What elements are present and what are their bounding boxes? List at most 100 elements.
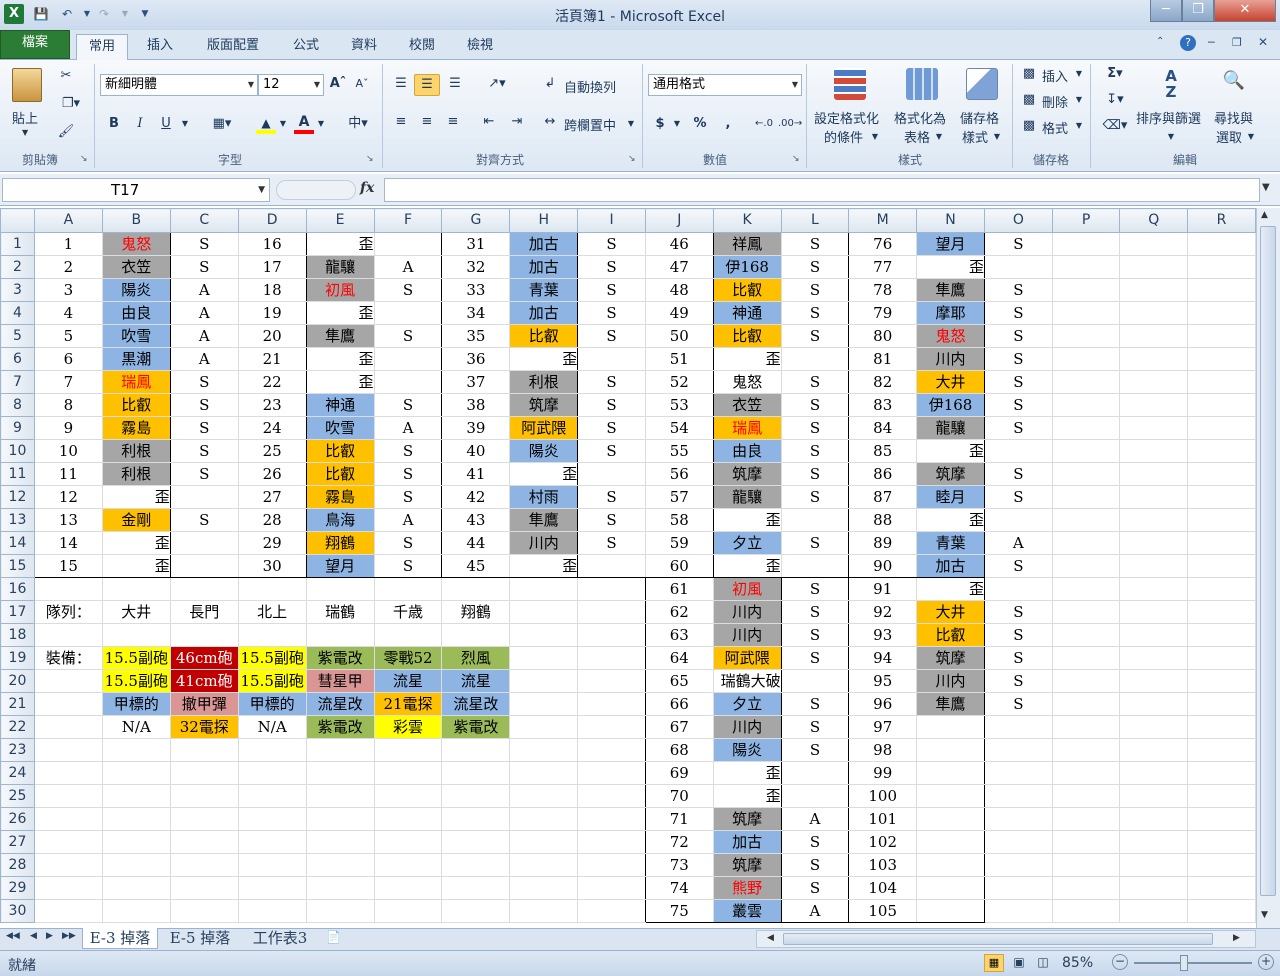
row-header[interactable]: 18 xyxy=(0,623,35,647)
cell-d27[interactable] xyxy=(237,830,307,854)
cell-o28[interactable] xyxy=(983,853,1053,877)
cell-p18[interactable] xyxy=(1051,623,1121,647)
cell-m21[interactable]: 96 xyxy=(848,692,918,716)
cell-q16[interactable] xyxy=(1119,577,1189,601)
cell-h20[interactable] xyxy=(509,669,579,693)
zoom-level[interactable]: 85% xyxy=(1062,955,1093,971)
cell-b17[interactable]: 大井 xyxy=(101,600,171,624)
cell-j25[interactable]: 70 xyxy=(644,784,714,808)
find-select-icon[interactable]: 🔍 xyxy=(1220,70,1248,96)
orientation-icon[interactable]: ↗▾ xyxy=(480,74,514,96)
cell-l3[interactable]: S xyxy=(780,278,850,302)
currency-dropdown-icon[interactable]: ▼ xyxy=(672,114,682,136)
cell-d14[interactable]: 29 xyxy=(237,531,307,555)
cell-d8[interactable]: 23 xyxy=(237,393,307,417)
cell-g27[interactable] xyxy=(441,830,511,854)
cell-a25[interactable] xyxy=(33,784,103,808)
cell-r26[interactable] xyxy=(1187,807,1256,831)
cell-h27[interactable] xyxy=(509,830,579,854)
cell-h23[interactable] xyxy=(509,738,579,762)
insert-cells-button[interactable]: 插入 xyxy=(1042,66,1068,85)
cell-c19[interactable]: 46cm砲 xyxy=(169,646,239,670)
column-header-c[interactable]: C xyxy=(169,208,239,233)
spreadsheet-table[interactable]: A B C D E F G H I J K L M N O P Q R 1 1 鬼怒 S 16 歪 31 加古 S 46 祥鳳 S 76 望月… xyxy=(0,208,1256,923)
cell-j11[interactable]: 56 xyxy=(644,462,714,486)
cell-e22[interactable]: 紫電改 xyxy=(305,715,375,739)
cell-a4[interactable]: 4 xyxy=(33,301,103,325)
cell-l17[interactable]: S xyxy=(780,600,850,624)
cell-l5[interactable]: S xyxy=(780,324,850,348)
cell-r11[interactable] xyxy=(1187,462,1256,486)
cell-d13[interactable]: 28 xyxy=(237,508,307,532)
format-as-table-icon[interactable] xyxy=(906,68,938,100)
row-header[interactable]: 26 xyxy=(0,807,35,831)
cell-f7[interactable] xyxy=(373,370,443,394)
next-sheet-icon[interactable]: ▶ xyxy=(46,931,53,941)
select-all-corner[interactable] xyxy=(0,208,35,233)
cell-o27[interactable] xyxy=(983,830,1053,854)
cell-l6[interactable] xyxy=(780,347,850,371)
worksheet-grid[interactable]: A B C D E F G H I J K L M N O P Q R 1 1 鬼怒 S 16 歪 31 加古 S 46 祥鳳 S 76 望月… xyxy=(0,208,1256,928)
cell-q21[interactable] xyxy=(1119,692,1189,716)
cell-m8[interactable]: 83 xyxy=(848,393,918,417)
cell-d28[interactable] xyxy=(237,853,307,877)
cell-f30[interactable] xyxy=(373,899,443,923)
cell-g13[interactable]: 43 xyxy=(441,508,511,532)
tab-view[interactable]: 檢視 xyxy=(456,34,504,60)
sheet-tab-e5[interactable]: E-5 掉落 xyxy=(162,928,238,949)
column-header-e[interactable]: E xyxy=(305,208,375,233)
cell-n30[interactable] xyxy=(916,899,985,923)
cell-p10[interactable] xyxy=(1051,439,1121,463)
cell-c4[interactable]: A xyxy=(169,301,239,325)
cell-k11[interactable]: 筑摩 xyxy=(712,462,782,486)
scroll-left-icon[interactable]: ◀ xyxy=(767,933,774,943)
cell-o13[interactable] xyxy=(983,508,1053,532)
cell-j19[interactable]: 64 xyxy=(644,646,714,670)
cell-g20[interactable]: 流星 xyxy=(441,669,511,693)
cell-b5[interactable]: 吹雪 xyxy=(101,324,171,348)
sort-filter-icon[interactable]: AZ xyxy=(1156,68,1186,100)
cell-n21[interactable]: 隼鷹 xyxy=(916,692,985,716)
scroll-down-icon[interactable]: ▼ xyxy=(1261,910,1268,920)
row-header[interactable]: 10 xyxy=(0,439,35,463)
cell-d5[interactable]: 20 xyxy=(237,324,307,348)
cell-l8[interactable]: S xyxy=(780,393,850,417)
cell-q5[interactable] xyxy=(1119,324,1189,348)
cell-b10[interactable]: 利根 xyxy=(101,439,171,463)
cell-l22[interactable]: S xyxy=(780,715,850,739)
cell-f18[interactable] xyxy=(373,623,443,647)
conditional-formatting-button[interactable]: 設定格式化 xyxy=(814,108,879,127)
cell-j29[interactable]: 74 xyxy=(644,876,714,900)
format-as-table-button[interactable]: 格式化為 xyxy=(894,108,946,127)
cell-k17[interactable]: 川内 xyxy=(712,600,782,624)
cell-q22[interactable] xyxy=(1119,715,1189,739)
fill-color-icon[interactable]: ▲ xyxy=(256,116,276,134)
cell-e2[interactable]: 龍驤 xyxy=(305,255,375,279)
cell-q24[interactable] xyxy=(1119,761,1189,785)
cell-o18[interactable]: S xyxy=(983,623,1053,647)
cell-i26[interactable] xyxy=(577,807,646,831)
cell-k23[interactable]: 陽炎 xyxy=(712,738,782,762)
cell-j23[interactable]: 68 xyxy=(644,738,714,762)
cell-styles-icon[interactable] xyxy=(966,68,998,100)
cell-m17[interactable]: 92 xyxy=(848,600,918,624)
cell-b6[interactable]: 黒潮 xyxy=(101,347,171,371)
font-color-dropdown-icon[interactable]: ▼ xyxy=(316,114,326,136)
cell-b29[interactable] xyxy=(101,876,171,900)
cell-d29[interactable] xyxy=(237,876,307,900)
cell-h10[interactable]: 陽炎 xyxy=(509,439,579,463)
cell-m19[interactable]: 94 xyxy=(848,646,918,670)
cell-c28[interactable] xyxy=(169,853,239,877)
cell-p13[interactable] xyxy=(1051,508,1121,532)
prev-sheet-icon[interactable]: ◀ xyxy=(30,931,37,941)
cell-n23[interactable] xyxy=(916,738,985,762)
page-break-view-icon[interactable]: ◫ xyxy=(1034,954,1052,972)
cell-e8[interactable]: 神通 xyxy=(305,393,375,417)
cell-n12[interactable]: 睦月 xyxy=(916,485,985,509)
cell-b15[interactable]: 歪 xyxy=(101,554,171,578)
cell-n25[interactable] xyxy=(916,784,985,808)
cell-m7[interactable]: 82 xyxy=(848,370,918,394)
zoom-slider-thumb[interactable] xyxy=(1180,955,1188,971)
cell-g5[interactable]: 35 xyxy=(441,324,511,348)
cell-e27[interactable] xyxy=(305,830,375,854)
